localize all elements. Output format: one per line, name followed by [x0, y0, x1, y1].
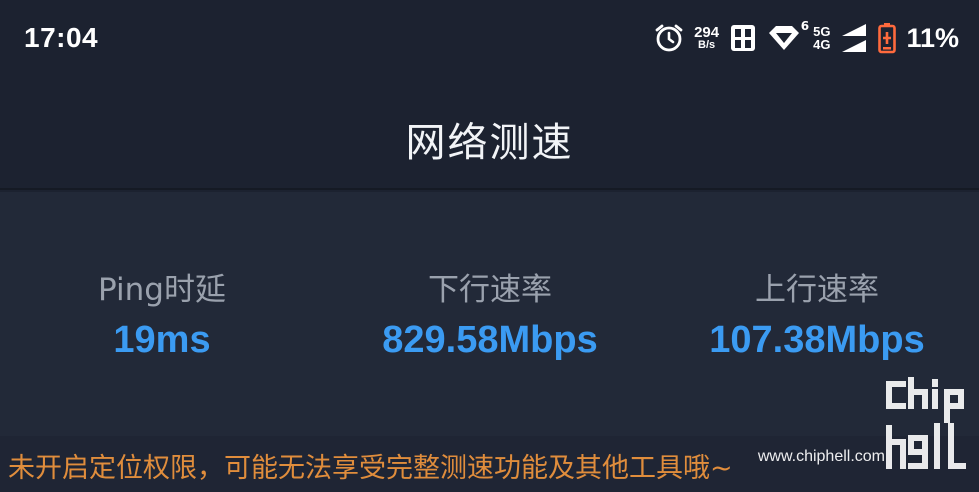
chiphell-logo	[885, 376, 969, 480]
page-title: 网络测速	[405, 120, 574, 166]
download-metric: 下行速率 829.58Mbps	[330, 264, 650, 362]
watermark-url: www.chiphell.com	[757, 448, 885, 465]
sim-card-icon	[729, 23, 757, 53]
ping-value: 19ms	[113, 319, 211, 361]
download-value: 829.58Mbps	[382, 319, 598, 361]
net-speed-unit: B/s	[698, 39, 716, 51]
battery-percentage: 11%	[906, 22, 959, 53]
net-speed-indicator: 294 B/s	[694, 25, 719, 51]
wifi-badge: 6	[800, 19, 810, 33]
net-speed-value: 294	[694, 24, 720, 41]
network-4g-label: 4G	[813, 37, 831, 52]
upload-label: 上行速率	[755, 272, 879, 308]
status-time: 17:04	[24, 22, 99, 53]
status-bar: 17:04 294 B/s 6 5G 4G 11%	[0, 0, 979, 80]
title-bar: 网络测速	[0, 80, 979, 190]
network-type: 5G 4G	[813, 25, 830, 51]
download-label: 下行速率	[428, 272, 552, 308]
alarm-icon	[654, 23, 684, 53]
ping-metric: Ping时延 19ms	[2, 264, 322, 362]
upload-metric: 上行速率 107.38Mbps	[657, 264, 977, 362]
wifi-icon: 6	[767, 19, 809, 53]
battery-icon	[878, 22, 897, 54]
upload-value: 107.38Mbps	[709, 319, 925, 361]
ping-label: Ping时延	[98, 272, 226, 308]
signal-icon	[840, 22, 868, 54]
status-icons: 294 B/s 6 5G 4G 11%	[654, 16, 959, 60]
speed-results-panel: Ping时延 19ms 下行速率 829.58Mbps 上行速率 107.38M…	[0, 192, 979, 442]
notice-text: 未开启定位权限，可能无法享受完整测速功能及其他工具哦~	[8, 453, 733, 484]
